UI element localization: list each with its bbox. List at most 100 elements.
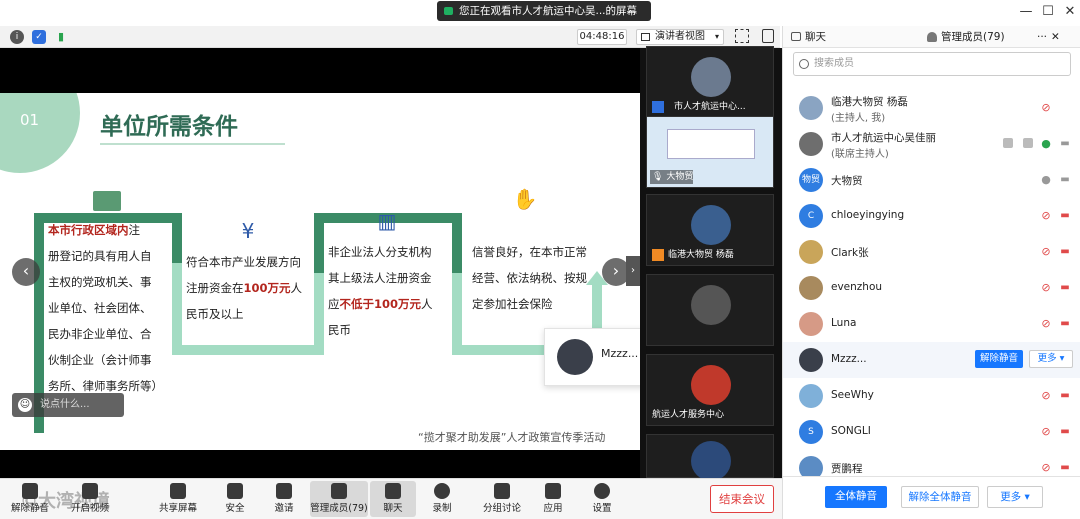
condition-2-text: 符合本市产业发展方向 注册资金在100万元人 民币及以上 (186, 249, 316, 327)
footer-more-button[interactable]: 更多 ▾ (987, 486, 1043, 508)
condition-3-line: 其上级法人注册资金 (328, 271, 432, 285)
unmute-button[interactable]: 解除静音 (2, 481, 58, 517)
mic-off-icon[interactable]: ⊘ (1041, 102, 1051, 114)
panel-more-button[interactable]: ··· (1037, 26, 1047, 48)
mic-off-icon[interactable]: ⊘ (1041, 462, 1051, 474)
condition-3-text: 非企业法人分支机构 其上级法人注册资金 应不低于100万元人 民币 (328, 239, 454, 343)
avatar: 物贸 (799, 168, 823, 192)
path-segment (172, 345, 324, 355)
tab-members[interactable]: 管理成员(79) (927, 26, 1005, 48)
camera-icon[interactable]: ▬ (1059, 139, 1071, 149)
minimize-button[interactable]: — (1016, 3, 1036, 21)
member-row[interactable]: 临港大物贸 杨磊 (主持人, 我) ⊘ (783, 90, 1080, 126)
maximize-button[interactable]: ☐ (1038, 3, 1058, 21)
mute-all-button[interactable]: 全体静音 (825, 486, 887, 508)
member-role: (联席主持人) (831, 149, 889, 160)
mic-off-icon[interactable]: ⊘ (1041, 210, 1051, 222)
screen-share-indicator[interactable]: 您正在观看市人才航运中心吴...的屏幕 (437, 1, 651, 21)
record-button[interactable]: 录制 (414, 481, 470, 517)
shared-screen-stage: 01 单位所需条件 ¥ ▥ ✋ 本市行政区域内注 册登记的具有用人自 主权的党政… (0, 48, 640, 478)
share-screen-button[interactable]: 共享屏幕 (150, 481, 206, 517)
avatar (691, 285, 731, 325)
camera-off-icon[interactable]: ▬ (1059, 463, 1071, 473)
chat-button[interactable]: 聊天 (370, 481, 416, 517)
camera-off-icon[interactable]: ▬ (1059, 427, 1071, 437)
shield-icon[interactable]: ✓ (32, 30, 46, 44)
mic-icon[interactable]: ● (1041, 174, 1051, 186)
camera-off-icon[interactable]: ▬ (1059, 211, 1071, 221)
member-search-input[interactable]: 搜索成员 (793, 52, 1071, 76)
camera-off-icon[interactable]: ▬ (1059, 391, 1071, 401)
unmute-member-button[interactable]: 解除静音 (975, 350, 1023, 368)
mic-off-icon (22, 483, 38, 499)
mic-off-icon[interactable]: ⊘ (1041, 246, 1051, 258)
video-tile[interactable]: 航运人才服务中心 (646, 354, 774, 426)
panel-tabs: 聊天 管理成员(79) ··· ✕ (783, 26, 1080, 48)
start-video-button[interactable]: 开启视频 (62, 481, 118, 517)
condition-2-highlight: 100万元 (243, 281, 291, 295)
video-tile[interactable]: 🎙 大物贸 (646, 116, 774, 188)
manage-members-button[interactable]: 管理成员(79) (310, 481, 368, 517)
member-row[interactable]: evenzhou ⊘ ▬ (783, 270, 1080, 306)
condition-1-line: 民办非企业单位、合 (48, 327, 152, 341)
member-row[interactable]: Clark张 ⊘ ▬ (783, 234, 1080, 270)
video-tile[interactable] (646, 274, 774, 346)
video-tile[interactable]: 临港大物贸 杨磊 (646, 194, 774, 266)
member-row[interactable]: S SONGLI ⊘ ▬ (783, 414, 1080, 450)
settings-button[interactable]: 设置 (574, 481, 630, 517)
security-button[interactable]: 安全 (207, 481, 263, 517)
mic-off-icon[interactable]: ⊘ (1041, 426, 1051, 438)
apps-label: 应用 (543, 503, 563, 514)
reaction-input[interactable]: ☺ 说点什么... (12, 393, 124, 417)
sidebar-toggle-icon[interactable] (762, 29, 774, 43)
unmute-all-button[interactable]: 解除全体静音 (901, 486, 979, 508)
fullscreen-icon[interactable] (735, 29, 749, 43)
member-name: 市人才航运中心吴佳丽 (831, 132, 936, 144)
camera-off-icon[interactable]: ▬ (1059, 319, 1071, 329)
member-row[interactable]: 物贸 大物贸 ● ▬ (783, 162, 1080, 198)
panel-close-button[interactable]: ✕ (1051, 26, 1060, 48)
video-tile[interactable]: 市人才航运中心... (646, 46, 774, 118)
video-panel-collapse-handle[interactable]: › (626, 256, 640, 286)
end-meeting-button[interactable]: 结束会议 (710, 485, 774, 513)
breakout-rooms-button[interactable]: 分组讨论 (474, 481, 530, 517)
info-icon[interactable]: i (10, 30, 24, 44)
condition-3-line: 非企业法人分支机构 (328, 245, 432, 259)
member-row[interactable]: 贾鹏程 ⊘ ▬ (783, 450, 1080, 476)
camera-off-icon[interactable]: ▬ (1059, 247, 1071, 257)
condition-3-line: 应 (328, 297, 340, 311)
invite-button[interactable]: 邀请 (256, 481, 312, 517)
condition-1-highlight: 本市行政区域内 (48, 223, 129, 237)
condition-4-line: 信誉良好，在本市正常 (472, 245, 587, 259)
camera-off-icon[interactable]: ▬ (1059, 283, 1071, 293)
host-icon (652, 101, 664, 113)
member-row[interactable]: 市人才航运中心吴佳丽 (联席主持人) ● ▬ (783, 126, 1080, 162)
member-row[interactable]: Luna ⊘ ▬ (783, 306, 1080, 342)
condition-4-line: 经营、依法纳税、按规 (472, 271, 587, 285)
camera-icon[interactable]: ▬ (1059, 175, 1071, 185)
speaker-view-button[interactable]: 演讲者视图 ▾ (636, 29, 724, 45)
member-row[interactable]: C chloeyingying ⊘ ▬ (783, 198, 1080, 234)
apps-button[interactable]: 应用 (525, 481, 581, 517)
tab-chat[interactable]: 聊天 (791, 26, 826, 48)
avatar (799, 312, 823, 336)
member-more-button[interactable]: 更多 ▾ (1029, 350, 1073, 368)
prev-slide-button[interactable]: ‹ (12, 258, 40, 286)
condition-2-line: 符合本市产业发展方向 (186, 255, 301, 269)
video-tile-label: 🎙 大物贸 (650, 170, 694, 184)
signal-icon[interactable]: ▮ (54, 30, 68, 44)
mic-icon[interactable]: ● (1041, 138, 1051, 150)
slide-footer-note: “揽才聚才助发展”人才政策宣传季活动 (418, 431, 606, 444)
video-tile[interactable] (646, 434, 774, 481)
member-row[interactable]: Mzzz... 解除静音 更多 ▾ (783, 342, 1080, 378)
mic-off-icon[interactable]: ⊘ (1041, 282, 1051, 294)
camera-icon (1023, 138, 1033, 148)
start-video-label: 开启视频 (70, 503, 109, 514)
mic-off-icon[interactable]: ⊘ (1041, 390, 1051, 402)
close-window-button[interactable]: ✕ (1060, 3, 1080, 21)
settings-label: 设置 (592, 503, 612, 514)
avatar (557, 339, 593, 375)
mic-off-icon[interactable]: ⊘ (1041, 318, 1051, 330)
member-row[interactable]: SeeWhy ⊘ ▬ (783, 378, 1080, 414)
chat-label: 聊天 (383, 503, 403, 514)
